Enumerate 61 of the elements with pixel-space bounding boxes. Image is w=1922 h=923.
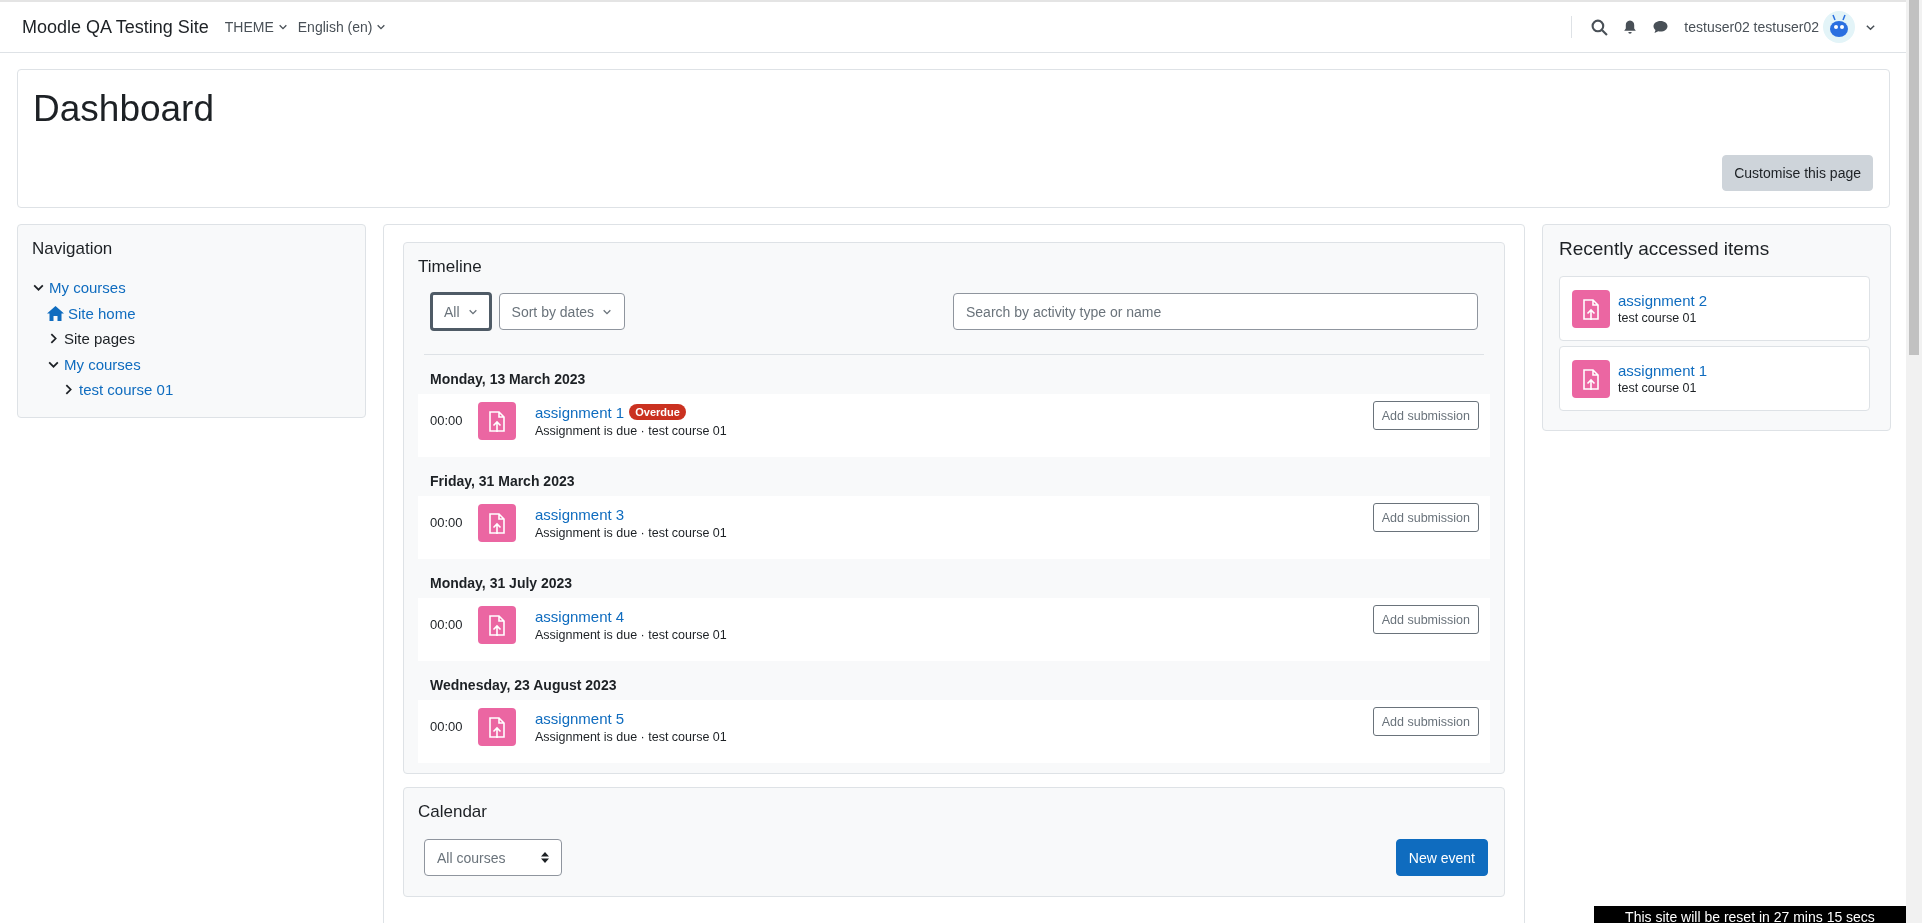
date-heading: Wednesday, 23 August 2023 [429, 676, 618, 695]
sort-arrows-icon [541, 852, 549, 863]
reset-notice: This site will be reset in 27 mins 15 secs [1625, 909, 1875, 923]
event-time: 00:00 [430, 413, 464, 428]
event-details: Assignment is due · test course 01 [535, 627, 728, 642]
add-submission-button[interactable]: Add submission [1372, 401, 1479, 430]
nav-menu[interactable]: THEME [224, 19, 288, 35]
event-time: 00:00 [430, 617, 464, 632]
event-details: Assignment is due · test course 01 [535, 729, 728, 744]
assignment-icon [1572, 359, 1610, 398]
customise-page-button[interactable]: Customise this page [1722, 155, 1873, 191]
event-time: 00:00 [430, 515, 464, 530]
user-avatar-icon[interactable] [1823, 11, 1855, 43]
block-title: Calendar [418, 801, 488, 823]
event-time: 00:00 [430, 719, 464, 734]
assignment-link[interactable]: assignment 4 [535, 607, 625, 625]
overdue-badge: Overdue [629, 404, 686, 420]
course-name: test course 01 [1618, 381, 1698, 395]
block-title: Navigation [32, 238, 114, 260]
chat-bubble-icon[interactable] [1652, 19, 1670, 35]
nav-menu[interactable]: English (en) [297, 19, 387, 35]
add-submission-button[interactable]: Add submission [1372, 605, 1479, 634]
search-field[interactable]: Search by activity type or name [953, 293, 1478, 330]
event-details: Assignment is due · test course 01 [535, 423, 728, 438]
scrollbar-thumb[interactable] [1909, 0, 1919, 355]
assignment-icon [478, 605, 516, 644]
assignment-link[interactable]: assignment 1 [1618, 362, 1708, 379]
nav-tree-item[interactable]: My courses [64, 355, 141, 373]
assignment-icon [478, 503, 516, 542]
caret-icon [277, 22, 288, 32]
block-title: Timeline [418, 256, 483, 278]
user-name[interactable]: testuser02 testuser02 [1684, 19, 1819, 35]
nav-tree-item[interactable]: My courses [49, 279, 126, 297]
nav-tree-item[interactable]: Site home [68, 304, 136, 322]
date-heading: Friday, 31 March 2023 [429, 472, 576, 491]
event-details: Assignment is due · test course 01 [535, 525, 728, 540]
assignment-link[interactable]: assignment 1 [535, 403, 625, 421]
search-icon[interactable] [1591, 18, 1609, 36]
page-title: Dashboard [33, 88, 215, 130]
new-event-button[interactable]: New event [1395, 839, 1488, 876]
site-name-link[interactable]: Moodle QA Testing Site [22, 16, 209, 38]
assignment-link[interactable]: assignment 5 [535, 709, 625, 727]
sort-dropdown[interactable]: Sort by dates [498, 293, 626, 330]
assignment-icon [1572, 289, 1610, 328]
filter-dropdown[interactable]: All [430, 292, 492, 331]
assignment-link[interactable]: assignment 2 [1618, 292, 1708, 309]
course-name: test course 01 [1618, 311, 1698, 325]
date-heading: Monday, 31 July 2023 [429, 574, 574, 593]
home-icon [47, 305, 64, 321]
assignment-icon [478, 401, 516, 440]
caret-icon [376, 22, 387, 32]
add-submission-button[interactable]: Add submission [1372, 707, 1479, 736]
nav-tree-item[interactable]: Site pages [64, 330, 135, 348]
block-title: Recently accessed items [1559, 238, 1771, 260]
add-submission-button[interactable]: Add submission [1372, 503, 1479, 532]
bell-icon[interactable] [1622, 19, 1639, 35]
nav-tree-item[interactable]: test course 01 [79, 381, 174, 399]
assignment-link[interactable]: assignment 3 [535, 505, 625, 523]
date-heading: Monday, 13 March 2023 [429, 370, 587, 389]
assignment-icon [478, 707, 516, 746]
course-select[interactable]: All courses [424, 839, 562, 876]
